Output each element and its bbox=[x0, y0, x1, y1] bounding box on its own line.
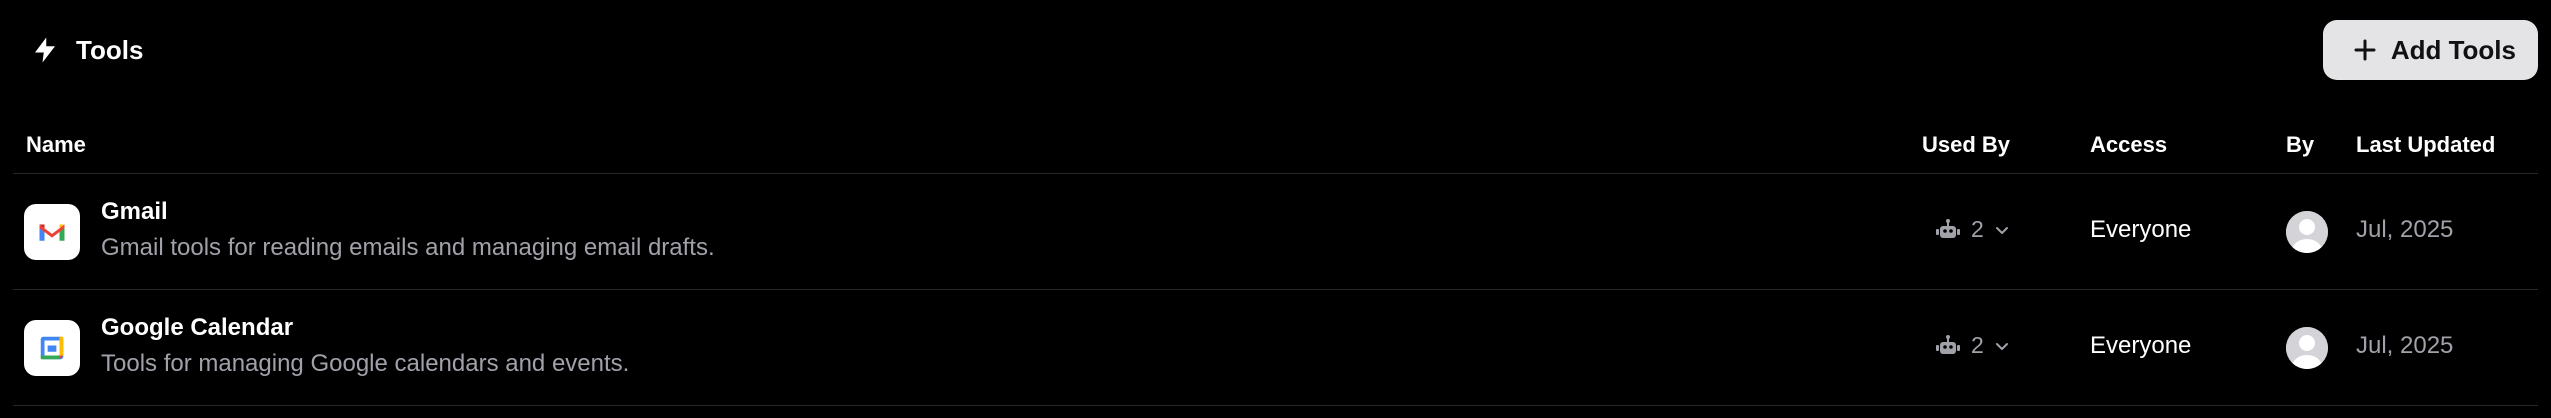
gmail-icon bbox=[24, 204, 80, 260]
column-header-last-updated[interactable]: Last Updated bbox=[2356, 132, 2495, 158]
column-header-access[interactable]: Access bbox=[2090, 132, 2167, 158]
avatar bbox=[2286, 327, 2328, 369]
table-row[interactable]: Google Calendar Tools for managing Googl… bbox=[13, 290, 2538, 406]
chevron-down-icon bbox=[1994, 338, 2010, 354]
column-header-by[interactable]: By bbox=[2286, 132, 2314, 158]
used-by-dropdown[interactable]: 2 bbox=[1935, 216, 2010, 243]
add-tools-label: Add Tools bbox=[2390, 34, 2516, 65]
page-header: Tools Add Tools bbox=[30, 20, 2538, 80]
column-header-used-by[interactable]: Used By bbox=[1922, 132, 2010, 158]
column-header-name[interactable]: Name bbox=[26, 132, 86, 158]
page-title: Tools bbox=[30, 35, 143, 66]
plus-icon bbox=[2353, 38, 2377, 62]
chevron-down-icon bbox=[1994, 222, 2010, 238]
robot-icon bbox=[1935, 334, 1961, 358]
access-value: Everyone bbox=[2090, 216, 2192, 243]
google-calendar-icon bbox=[24, 320, 80, 376]
table-row[interactable]: Gmail Gmail tools for reading emails and… bbox=[13, 174, 2538, 290]
tool-description: Tools for managing Google calendars and … bbox=[101, 350, 630, 377]
page-title-text: Tools bbox=[76, 34, 144, 65]
used-by-count: 2 bbox=[1971, 332, 1984, 358]
avatar bbox=[2286, 211, 2328, 253]
used-by-count: 2 bbox=[1971, 216, 1984, 242]
table-header: Name Used By Access By Last Updated bbox=[13, 118, 2538, 174]
used-by-dropdown[interactable]: 2 bbox=[1935, 332, 2010, 359]
lightning-bolt-icon bbox=[30, 35, 60, 65]
robot-icon bbox=[1935, 218, 1961, 242]
add-tools-button[interactable]: Add Tools bbox=[2322, 20, 2538, 80]
last-updated-value: Jul, 2025 bbox=[2356, 216, 2454, 243]
tool-name[interactable]: Gmail bbox=[101, 198, 168, 226]
last-updated-value: Jul, 2025 bbox=[2356, 332, 2454, 359]
tools-table: Name Used By Access By Last Updated Gmai… bbox=[13, 118, 2538, 406]
tools-page: Tools Add Tools Name Used By Access By L… bbox=[0, 0, 2551, 418]
tool-description: Gmail tools for reading emails and manag… bbox=[101, 234, 715, 261]
tool-name[interactable]: Google Calendar bbox=[101, 314, 293, 342]
access-value: Everyone bbox=[2090, 332, 2192, 359]
